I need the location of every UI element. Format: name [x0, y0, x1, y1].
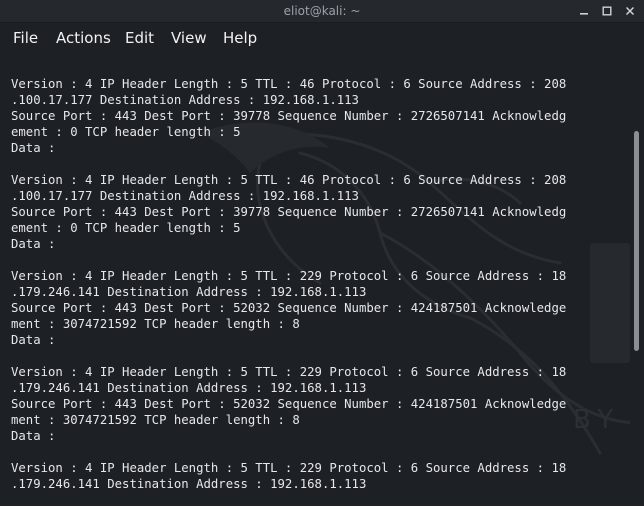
terminal-line: Version : 4 IP Header Length : 5 TTL : 2… [11, 461, 567, 475]
terminal-line: .179.246.141 Destination Address : 192.1… [11, 285, 367, 299]
terminal-line: .100.17.177 Destination Address : 192.16… [11, 189, 359, 203]
terminal-line: ement : 0 TCP header length : 5 [11, 125, 241, 139]
menu-edit[interactable]: Edit [125, 28, 154, 48]
terminal-line: Version : 4 IP Header Length : 5 TTL : 2… [11, 269, 567, 283]
terminal-line: .179.246.141 Destination Address : 192.1… [11, 477, 367, 491]
window-controls [578, 0, 636, 22]
minimize-icon[interactable] [578, 5, 590, 17]
terminal-line: .179.246.141 Destination Address : 192.1… [11, 381, 367, 395]
terminal-line: ment : 3074721592 TCP header length : 8 [11, 317, 300, 331]
terminal-line: Source Port : 443 Dest Port : 39778 Sequ… [11, 205, 567, 219]
terminal-line: Source Port : 443 Dest Port : 52032 Sequ… [11, 301, 567, 315]
terminal-window: eliot@kali: ~ File Actions Edit View Hel… [0, 0, 644, 506]
terminal-output: Version : 4 IP Header Length : 5 TTL : 4… [11, 76, 623, 492]
terminal-line: ement : 0 TCP header length : 5 [11, 221, 241, 235]
menu-view[interactable]: View [171, 28, 207, 48]
scrollbar[interactable] [630, 53, 644, 506]
terminal-line: Data : [11, 333, 56, 347]
window-title: eliot@kali: ~ [283, 4, 361, 18]
terminal-area[interactable]: BY O Version : 4 IP Header Length : 5 TT… [0, 53, 630, 506]
menu-actions[interactable]: Actions [56, 28, 111, 48]
terminal-line: Version : 4 IP Header Length : 5 TTL : 4… [11, 77, 567, 91]
terminal-line: Data : [11, 429, 56, 443]
close-icon[interactable] [624, 5, 636, 17]
terminal-line: .100.17.177 Destination Address : 192.16… [11, 93, 359, 107]
terminal-line: Version : 4 IP Header Length : 5 TTL : 2… [11, 365, 567, 379]
terminal-line: Source Port : 443 Dest Port : 39778 Sequ… [11, 109, 567, 123]
terminal-line: Version : 4 IP Header Length : 5 TTL : 4… [11, 173, 567, 187]
maximize-icon[interactable] [601, 5, 613, 17]
titlebar[interactable]: eliot@kali: ~ [0, 0, 644, 23]
menubar: File Actions Edit View Help [0, 23, 644, 53]
scrollbar-thumb[interactable] [634, 131, 639, 351]
terminal-line: Data : [11, 237, 56, 251]
menu-help[interactable]: Help [223, 28, 257, 48]
terminal-line: Data : [11, 141, 56, 155]
terminal-line: ment : 3074721592 TCP header length : 8 [11, 413, 300, 427]
terminal-line: Source Port : 443 Dest Port : 52032 Sequ… [11, 397, 567, 411]
menu-file[interactable]: File [13, 28, 38, 48]
